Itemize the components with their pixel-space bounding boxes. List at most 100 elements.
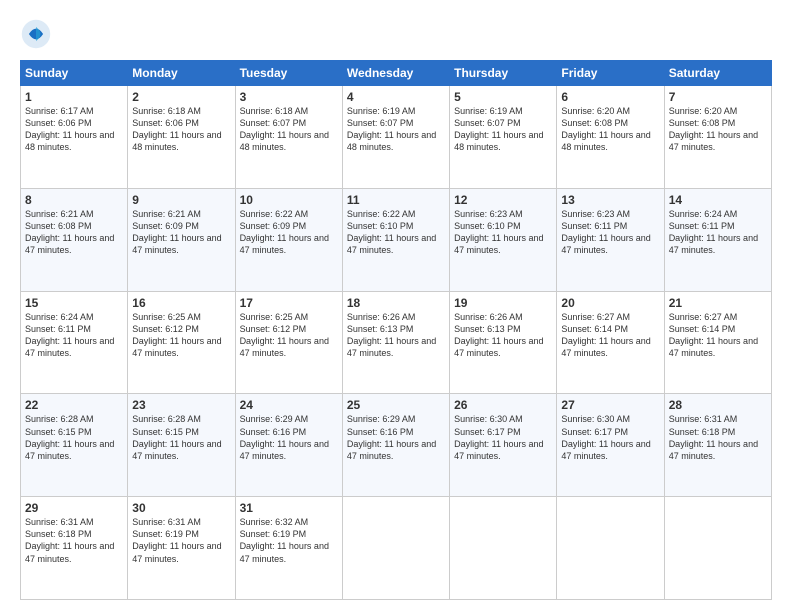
day-number: 24 [240, 398, 338, 412]
calendar-cell: 30Sunrise: 6:31 AMSunset: 6:19 PMDayligh… [128, 497, 235, 600]
weekday-header: Thursday [450, 61, 557, 86]
day-number: 5 [454, 90, 552, 104]
calendar-cell: 15Sunrise: 6:24 AMSunset: 6:11 PMDayligh… [21, 291, 128, 394]
day-number: 18 [347, 296, 445, 310]
day-info: Sunrise: 6:21 AMSunset: 6:08 PMDaylight:… [25, 208, 123, 257]
day-info: Sunrise: 6:26 AMSunset: 6:13 PMDaylight:… [454, 311, 552, 360]
logo-icon [20, 18, 52, 50]
day-info: Sunrise: 6:23 AMSunset: 6:10 PMDaylight:… [454, 208, 552, 257]
calendar-cell: 24Sunrise: 6:29 AMSunset: 6:16 PMDayligh… [235, 394, 342, 497]
day-number: 1 [25, 90, 123, 104]
day-info: Sunrise: 6:31 AMSunset: 6:19 PMDaylight:… [132, 516, 230, 565]
calendar-cell: 1Sunrise: 6:17 AMSunset: 6:06 PMDaylight… [21, 86, 128, 189]
calendar-week-row: 22Sunrise: 6:28 AMSunset: 6:15 PMDayligh… [21, 394, 772, 497]
day-info: Sunrise: 6:27 AMSunset: 6:14 PMDaylight:… [561, 311, 659, 360]
page: SundayMondayTuesdayWednesdayThursdayFrid… [0, 0, 792, 612]
weekday-header: Sunday [21, 61, 128, 86]
day-info: Sunrise: 6:30 AMSunset: 6:17 PMDaylight:… [561, 413, 659, 462]
day-info: Sunrise: 6:18 AMSunset: 6:07 PMDaylight:… [240, 105, 338, 154]
calendar-cell: 19Sunrise: 6:26 AMSunset: 6:13 PMDayligh… [450, 291, 557, 394]
calendar-cell: 22Sunrise: 6:28 AMSunset: 6:15 PMDayligh… [21, 394, 128, 497]
calendar-week-row: 29Sunrise: 6:31 AMSunset: 6:18 PMDayligh… [21, 497, 772, 600]
calendar-cell: 18Sunrise: 6:26 AMSunset: 6:13 PMDayligh… [342, 291, 449, 394]
day-number: 4 [347, 90, 445, 104]
day-info: Sunrise: 6:25 AMSunset: 6:12 PMDaylight:… [240, 311, 338, 360]
day-info: Sunrise: 6:19 AMSunset: 6:07 PMDaylight:… [454, 105, 552, 154]
calendar-cell: 28Sunrise: 6:31 AMSunset: 6:18 PMDayligh… [664, 394, 771, 497]
day-info: Sunrise: 6:24 AMSunset: 6:11 PMDaylight:… [669, 208, 767, 257]
calendar-cell: 2Sunrise: 6:18 AMSunset: 6:06 PMDaylight… [128, 86, 235, 189]
day-info: Sunrise: 6:20 AMSunset: 6:08 PMDaylight:… [561, 105, 659, 154]
day-number: 10 [240, 193, 338, 207]
day-info: Sunrise: 6:24 AMSunset: 6:11 PMDaylight:… [25, 311, 123, 360]
day-info: Sunrise: 6:28 AMSunset: 6:15 PMDaylight:… [132, 413, 230, 462]
weekday-header: Saturday [664, 61, 771, 86]
day-info: Sunrise: 6:32 AMSunset: 6:19 PMDaylight:… [240, 516, 338, 565]
calendar-cell: 27Sunrise: 6:30 AMSunset: 6:17 PMDayligh… [557, 394, 664, 497]
weekday-header: Monday [128, 61, 235, 86]
day-number: 21 [669, 296, 767, 310]
calendar-cell: 5Sunrise: 6:19 AMSunset: 6:07 PMDaylight… [450, 86, 557, 189]
day-number: 28 [669, 398, 767, 412]
calendar-cell: 12Sunrise: 6:23 AMSunset: 6:10 PMDayligh… [450, 188, 557, 291]
calendar-cell [664, 497, 771, 600]
calendar-cell: 23Sunrise: 6:28 AMSunset: 6:15 PMDayligh… [128, 394, 235, 497]
day-number: 2 [132, 90, 230, 104]
day-number: 17 [240, 296, 338, 310]
day-info: Sunrise: 6:26 AMSunset: 6:13 PMDaylight:… [347, 311, 445, 360]
day-number: 9 [132, 193, 230, 207]
day-info: Sunrise: 6:19 AMSunset: 6:07 PMDaylight:… [347, 105, 445, 154]
weekday-header: Tuesday [235, 61, 342, 86]
calendar-cell: 29Sunrise: 6:31 AMSunset: 6:18 PMDayligh… [21, 497, 128, 600]
day-info: Sunrise: 6:29 AMSunset: 6:16 PMDaylight:… [240, 413, 338, 462]
day-number: 23 [132, 398, 230, 412]
day-number: 16 [132, 296, 230, 310]
calendar-cell: 6Sunrise: 6:20 AMSunset: 6:08 PMDaylight… [557, 86, 664, 189]
calendar-cell: 17Sunrise: 6:25 AMSunset: 6:12 PMDayligh… [235, 291, 342, 394]
calendar-cell [557, 497, 664, 600]
day-info: Sunrise: 6:27 AMSunset: 6:14 PMDaylight:… [669, 311, 767, 360]
day-number: 26 [454, 398, 552, 412]
day-info: Sunrise: 6:17 AMSunset: 6:06 PMDaylight:… [25, 105, 123, 154]
day-info: Sunrise: 6:28 AMSunset: 6:15 PMDaylight:… [25, 413, 123, 462]
calendar-cell: 21Sunrise: 6:27 AMSunset: 6:14 PMDayligh… [664, 291, 771, 394]
day-number: 25 [347, 398, 445, 412]
calendar-cell: 31Sunrise: 6:32 AMSunset: 6:19 PMDayligh… [235, 497, 342, 600]
day-number: 20 [561, 296, 659, 310]
day-number: 13 [561, 193, 659, 207]
day-info: Sunrise: 6:18 AMSunset: 6:06 PMDaylight:… [132, 105, 230, 154]
header [20, 18, 772, 50]
day-number: 6 [561, 90, 659, 104]
day-info: Sunrise: 6:20 AMSunset: 6:08 PMDaylight:… [669, 105, 767, 154]
calendar-cell: 4Sunrise: 6:19 AMSunset: 6:07 PMDaylight… [342, 86, 449, 189]
calendar-cell: 9Sunrise: 6:21 AMSunset: 6:09 PMDaylight… [128, 188, 235, 291]
weekday-header: Friday [557, 61, 664, 86]
calendar-cell: 8Sunrise: 6:21 AMSunset: 6:08 PMDaylight… [21, 188, 128, 291]
day-number: 29 [25, 501, 123, 515]
weekday-header: Wednesday [342, 61, 449, 86]
day-number: 22 [25, 398, 123, 412]
calendar-header-row: SundayMondayTuesdayWednesdayThursdayFrid… [21, 61, 772, 86]
day-info: Sunrise: 6:31 AMSunset: 6:18 PMDaylight:… [669, 413, 767, 462]
day-number: 14 [669, 193, 767, 207]
day-info: Sunrise: 6:23 AMSunset: 6:11 PMDaylight:… [561, 208, 659, 257]
calendar-week-row: 15Sunrise: 6:24 AMSunset: 6:11 PMDayligh… [21, 291, 772, 394]
day-number: 12 [454, 193, 552, 207]
calendar-cell: 10Sunrise: 6:22 AMSunset: 6:09 PMDayligh… [235, 188, 342, 291]
calendar-week-row: 1Sunrise: 6:17 AMSunset: 6:06 PMDaylight… [21, 86, 772, 189]
logo [20, 18, 56, 50]
day-number: 7 [669, 90, 767, 104]
day-number: 27 [561, 398, 659, 412]
day-number: 19 [454, 296, 552, 310]
day-number: 31 [240, 501, 338, 515]
day-number: 8 [25, 193, 123, 207]
calendar-cell: 11Sunrise: 6:22 AMSunset: 6:10 PMDayligh… [342, 188, 449, 291]
calendar-cell [342, 497, 449, 600]
calendar-cell: 25Sunrise: 6:29 AMSunset: 6:16 PMDayligh… [342, 394, 449, 497]
calendar-table: SundayMondayTuesdayWednesdayThursdayFrid… [20, 60, 772, 600]
day-number: 11 [347, 193, 445, 207]
calendar-cell: 20Sunrise: 6:27 AMSunset: 6:14 PMDayligh… [557, 291, 664, 394]
calendar-cell [450, 497, 557, 600]
calendar-cell: 3Sunrise: 6:18 AMSunset: 6:07 PMDaylight… [235, 86, 342, 189]
day-number: 15 [25, 296, 123, 310]
